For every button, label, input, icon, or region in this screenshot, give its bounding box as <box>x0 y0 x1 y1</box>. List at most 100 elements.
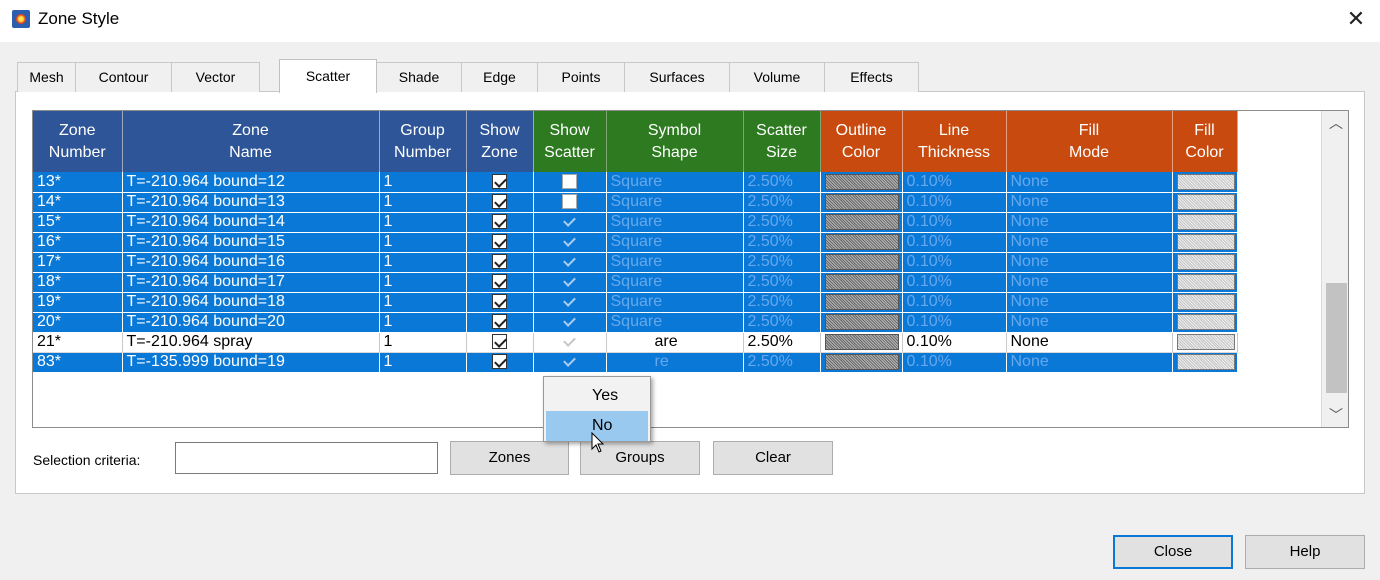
table-row[interactable]: 83* T=-135.999 bound=19 1 re 2.50% 0.10%… <box>33 352 1238 373</box>
cell-scatter-size[interactable]: 2.50% <box>743 172 821 193</box>
show-scatter-checkbox[interactable] <box>562 314 577 329</box>
cell-group-number[interactable]: 1 <box>379 192 467 213</box>
cell-group-number[interactable]: 1 <box>379 172 467 193</box>
tab-edge[interactable]: Edge <box>461 62 538 92</box>
cell-zone-name[interactable]: T=-210.964 bound=14 <box>122 212 380 233</box>
outline-color-swatch[interactable] <box>824 194 899 210</box>
show-zone-checkbox[interactable] <box>492 214 507 230</box>
cell-zone-name[interactable]: T=-210.964 bound=17 <box>122 272 380 293</box>
cell-show-zone[interactable] <box>466 312 534 333</box>
cell-symbol-shape[interactable]: Square <box>606 212 744 233</box>
cell-line-thickness[interactable]: 0.10% <box>902 192 1007 213</box>
help-button[interactable]: Help <box>1245 535 1365 569</box>
cell-symbol-shape[interactable]: Square <box>606 292 744 313</box>
menu-item-yes[interactable]: Yes <box>546 381 648 411</box>
cell-show-zone[interactable] <box>466 252 534 273</box>
cell-show-zone[interactable] <box>466 232 534 253</box>
cell-fill-color[interactable] <box>1172 272 1238 293</box>
show-zone-checkbox[interactable] <box>492 294 507 310</box>
cell-zone-number[interactable]: 17* <box>33 252 123 273</box>
table-row[interactable]: 15* T=-210.964 bound=14 1 Square 2.50% 0… <box>33 212 1238 233</box>
table-row[interactable]: 21* T=-210.964 spray 1 are 2.50% 0.10% N… <box>33 332 1238 353</box>
cell-fill-mode[interactable]: None <box>1006 212 1173 233</box>
header-symbol-shape[interactable]: Symbol Shape <box>606 111 744 172</box>
cell-fill-mode[interactable]: None <box>1006 312 1173 333</box>
cell-outline-color[interactable] <box>820 192 903 213</box>
tab-volume[interactable]: Volume <box>729 62 825 92</box>
header-line-thickness[interactable]: Line Thickness <box>902 111 1007 172</box>
show-scatter-checkbox[interactable] <box>562 234 577 249</box>
header-show-scatter[interactable]: Show Scatter <box>533 111 607 172</box>
cell-outline-color[interactable] <box>820 212 903 233</box>
cell-group-number[interactable]: 1 <box>379 212 467 233</box>
show-zone-checkbox[interactable] <box>492 254 507 270</box>
show-scatter-checkbox[interactable] <box>562 174 577 190</box>
cell-show-scatter[interactable] <box>533 292 607 313</box>
cell-zone-number[interactable]: 83* <box>33 352 123 373</box>
fill-color-swatch[interactable] <box>1176 194 1235 210</box>
cell-zone-name[interactable]: T=-210.964 bound=13 <box>122 192 380 213</box>
cell-fill-color[interactable] <box>1172 292 1238 313</box>
chevron-down-icon[interactable]: ﹀ <box>1322 403 1348 427</box>
show-zone-checkbox[interactable] <box>492 234 507 250</box>
show-zone-checkbox[interactable] <box>492 354 507 370</box>
cell-symbol-shape[interactable]: re <box>606 352 744 373</box>
cell-show-zone[interactable] <box>466 292 534 313</box>
cell-line-thickness[interactable]: 0.10% <box>902 252 1007 273</box>
cell-zone-name[interactable]: T=-210.964 bound=16 <box>122 252 380 273</box>
cell-fill-color[interactable] <box>1172 252 1238 273</box>
table-row[interactable]: 14* T=-210.964 bound=13 1 Square 2.50% 0… <box>33 192 1238 213</box>
header-zone-name[interactable]: Zone Name <box>122 111 380 172</box>
cell-fill-mode[interactable]: None <box>1006 332 1173 353</box>
cell-symbol-shape[interactable]: Square <box>606 252 744 273</box>
cell-group-number[interactable]: 1 <box>379 292 467 313</box>
cell-zone-name[interactable]: T=-135.999 bound=19 <box>122 352 380 373</box>
cell-fill-mode[interactable]: None <box>1006 292 1173 313</box>
fill-color-swatch[interactable] <box>1176 214 1235 230</box>
cell-fill-mode[interactable]: None <box>1006 252 1173 273</box>
cell-group-number[interactable]: 1 <box>379 272 467 293</box>
tab-effects[interactable]: Effects <box>824 62 919 92</box>
clear-button[interactable]: Clear <box>713 441 833 475</box>
cell-zone-number[interactable]: 20* <box>33 312 123 333</box>
cell-show-scatter[interactable] <box>533 352 607 373</box>
fill-color-swatch[interactable] <box>1176 173 1235 190</box>
outline-color-swatch[interactable] <box>824 214 899 230</box>
show-scatter-checkbox[interactable] <box>562 294 577 309</box>
outline-color-swatch[interactable] <box>824 254 899 270</box>
cell-group-number[interactable]: 1 <box>379 312 467 333</box>
cell-show-zone[interactable] <box>466 332 534 353</box>
cell-show-zone[interactable] <box>466 192 534 213</box>
cell-line-thickness[interactable]: 0.10% <box>902 292 1007 313</box>
cell-scatter-size[interactable]: 2.50% <box>743 192 821 213</box>
tab-mesh[interactable]: Mesh <box>17 62 76 92</box>
cell-line-thickness[interactable]: 0.10% <box>902 312 1007 333</box>
table-row[interactable]: 13* T=-210.964 bound=12 1 Square 2.50% 0… <box>33 172 1238 193</box>
outline-color-swatch[interactable] <box>824 274 899 290</box>
show-scatter-checkbox[interactable] <box>562 214 577 229</box>
cell-symbol-shape[interactable]: Square <box>606 192 744 213</box>
cell-outline-color[interactable] <box>820 232 903 253</box>
table-row[interactable]: 19* T=-210.964 bound=18 1 Square 2.50% 0… <box>33 292 1238 313</box>
cell-show-scatter[interactable] <box>533 232 607 253</box>
header-fill-mode[interactable]: Fill Mode <box>1006 111 1173 172</box>
zone-grid[interactable]: Zone Number Zone Name Group Number Show Zone… <box>32 110 1349 428</box>
fill-color-swatch[interactable] <box>1176 254 1235 270</box>
fill-color-swatch[interactable] <box>1176 314 1235 330</box>
cell-show-zone[interactable] <box>466 352 534 373</box>
cell-line-thickness[interactable]: 0.10% <box>902 232 1007 253</box>
show-zone-checkbox[interactable] <box>492 274 507 290</box>
cell-outline-color[interactable] <box>820 252 903 273</box>
show-zone-checkbox[interactable] <box>492 314 507 330</box>
cell-outline-color[interactable] <box>820 172 903 193</box>
cell-fill-mode[interactable]: None <box>1006 192 1173 213</box>
cell-zone-number[interactable]: 16* <box>33 232 123 253</box>
cell-symbol-shape[interactable]: Square <box>606 232 744 253</box>
cell-fill-mode[interactable]: None <box>1006 232 1173 253</box>
cell-fill-color[interactable] <box>1172 352 1238 373</box>
cell-scatter-size[interactable]: 2.50% <box>743 232 821 253</box>
cell-zone-name[interactable]: T=-210.964 bound=15 <box>122 232 380 253</box>
show-scatter-checkbox[interactable] <box>562 354 577 369</box>
cell-line-thickness[interactable]: 0.10% <box>902 272 1007 293</box>
cell-symbol-shape[interactable]: are <box>606 332 744 353</box>
